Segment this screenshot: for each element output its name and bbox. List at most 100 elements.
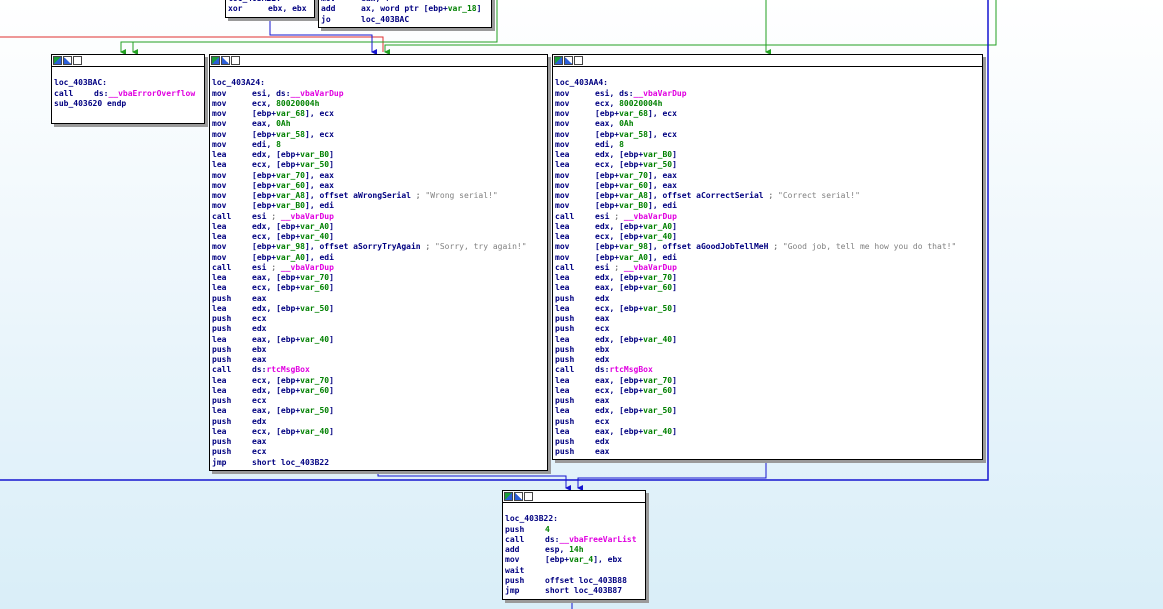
instruction-line[interactable]: push eax	[212, 294, 546, 304]
graph-icon[interactable]	[564, 56, 573, 65]
instruction-line[interactable]: lea ecx, [ebp+var_60]	[555, 386, 981, 396]
blank-line[interactable]	[54, 68, 203, 78]
instruction-line[interactable]: push ecx	[212, 396, 546, 406]
instruction-line[interactable]: mov [ebp+var_58], ecx	[555, 130, 981, 140]
instruction-line[interactable]: mov [ebp+var_98], offset aSorryTryAgain ;…	[212, 242, 546, 252]
instruction-line[interactable]: lea eax, [ebp+var_40]	[212, 335, 546, 345]
window-icon[interactable]	[524, 492, 533, 501]
instruction-line[interactable]: call esi ; __vbaVarDup	[212, 263, 546, 273]
window-icon[interactable]	[574, 56, 583, 65]
block-loc-403bac[interactable]: loc_403BAC: call ds:__vbaErrorOverflow sub_…	[51, 54, 205, 124]
color-icon[interactable]	[53, 56, 62, 65]
instruction-line[interactable]: push edx	[555, 294, 981, 304]
instruction-line[interactable]: mov [ebp+var_70], eax	[212, 171, 546, 181]
instruction-line[interactable]: mov [ebp+var_70], eax	[555, 171, 981, 181]
instruction-line[interactable]: lea edx, [ebp+var_A0]	[555, 222, 981, 232]
instruction-line[interactable]: call esi ; __vbaVarDup	[555, 212, 981, 222]
color-icon[interactable]	[211, 56, 220, 65]
instruction-line[interactable]: lea ecx, [ebp+var_40]	[555, 232, 981, 242]
instruction-line[interactable]: mov edi, 8	[555, 140, 981, 150]
instruction-line[interactable]: mov eax, 0Ah	[555, 119, 981, 129]
instruction-line[interactable]: jmp short loc_403B22	[212, 458, 546, 468]
instruction-line[interactable]: wait	[505, 566, 644, 576]
instruction-line[interactable]: mov ecx, 80020004h	[212, 99, 546, 109]
instruction-line[interactable]: push offset loc_403B88	[505, 576, 644, 586]
window-icon[interactable]	[231, 56, 240, 65]
instruction-line[interactable]: mov esi, ds:__vbaVarDup	[555, 89, 981, 99]
instruction-line[interactable]: mov ecx, 80020004h	[555, 99, 981, 109]
instruction-line[interactable]: push 4	[505, 525, 644, 535]
instruction-line[interactable]: lea ecx, [ebp+var_60]	[212, 283, 546, 293]
instruction-line[interactable]: call esi ; __vbaVarDup	[555, 263, 981, 273]
blank-line[interactable]	[212, 68, 546, 78]
blank-line[interactable]	[555, 68, 981, 78]
instruction-line[interactable]: mov [ebp+var_A8], offset aCorrectSerial ;…	[555, 191, 981, 201]
blank-line[interactable]	[505, 504, 644, 514]
instruction-line[interactable]: call ds:__vbaErrorOverflow	[54, 89, 203, 99]
block-loc-403a24[interactable]: loc_403A24: mov esi, ds:__vbaVarDup mov ecx,…	[209, 54, 548, 471]
code-label[interactable]: loc_403A24:	[212, 78, 546, 88]
instruction-line[interactable]: lea ecx, [ebp+var_40]	[212, 232, 546, 242]
instruction-line[interactable]: mov [ebp+var_A8], offset aWrongSerial ; "…	[212, 191, 546, 201]
instruction-line[interactable]: mov edi, 8	[212, 140, 546, 150]
instruction-line[interactable]: mov [ebp+var_A0], edi	[555, 253, 981, 263]
instruction-line[interactable]: mov eax, 0Ah	[212, 119, 546, 129]
instruction-line[interactable]: push ecx	[555, 417, 981, 427]
instruction-line[interactable]: lea eax, [ebp+var_40]	[555, 427, 981, 437]
instruction-line[interactable]: mov [ebp+var_58], ecx	[212, 130, 546, 140]
instruction-line[interactable]: lea edx, [ebp+var_50]	[212, 304, 546, 314]
instruction-line[interactable]: push ebx	[555, 345, 981, 355]
instruction-line[interactable]: mov [ebp+var_60], eax	[555, 181, 981, 191]
code-label[interactable]: sub_403620 endp	[54, 99, 203, 109]
instruction-line[interactable]: push eax	[555, 447, 981, 457]
instruction-line[interactable]: lea ecx, [ebp+var_70]	[212, 376, 546, 386]
block-loc-403a22[interactable]: loc_403A22:xor ebx, ebx	[225, 0, 315, 18]
instruction-line[interactable]: push eax	[212, 437, 546, 447]
instruction-line[interactable]: lea ecx, [ebp+var_50]	[555, 160, 981, 170]
window-icon[interactable]	[73, 56, 82, 65]
instruction-line[interactable]: push edx	[555, 355, 981, 365]
instruction-line[interactable]: jmp short loc_403B87	[505, 586, 644, 596]
instruction-line[interactable]: lea ecx, [ebp+var_50]	[555, 304, 981, 314]
code-label[interactable]: loc_403BAC:	[54, 78, 203, 88]
instruction-line[interactable]: mov [ebp+var_68], ecx	[212, 109, 546, 119]
instruction-line[interactable]: call ds:rtcMsgBox	[212, 365, 546, 375]
graph-icon[interactable]	[221, 56, 230, 65]
graph-icon[interactable]	[514, 492, 523, 501]
instruction-line[interactable]: push edx	[212, 324, 546, 334]
instruction-line[interactable]: lea edx, [ebp+var_A0]	[212, 222, 546, 232]
instruction-line[interactable]: push ebx	[212, 345, 546, 355]
instruction-line[interactable]: mov [ebp+var_60], eax	[212, 181, 546, 191]
instruction-line[interactable]: call ds:__vbaFreeVarList	[505, 535, 644, 545]
instruction-line[interactable]: mov [ebp+var_4], ebx	[505, 555, 644, 565]
instruction-line[interactable]: lea ecx, [ebp+var_40]	[212, 427, 546, 437]
instruction-line[interactable]: add esp, 14h	[505, 545, 644, 555]
instruction-line[interactable]: lea eax, [ebp+var_70]	[555, 376, 981, 386]
color-icon[interactable]	[554, 56, 563, 65]
instruction-line[interactable]: push eax	[555, 396, 981, 406]
instruction-line[interactable]: lea edx, [ebp+var_B0]	[555, 150, 981, 160]
block-overflow-check[interactable]: moveax, ?addax, word ptr [ebp+var_18]jol…	[318, 0, 492, 28]
instruction-line[interactable]: xor ebx, ebx	[228, 4, 313, 14]
instruction-line[interactable]: mov [ebp+var_B0], edi	[555, 201, 981, 211]
instruction-line[interactable]: push eax	[212, 355, 546, 365]
instruction-line[interactable]: lea eax, [ebp+var_70]	[212, 273, 546, 283]
instruction-line[interactable]: push ecx	[212, 447, 546, 457]
instruction-line[interactable]: add ax, word ptr [ebp+var_18]	[321, 4, 490, 14]
instruction-line[interactable]: call ds:rtcMsgBox	[555, 365, 981, 375]
instruction-line[interactable]: lea edx, [ebp+var_40]	[555, 335, 981, 345]
code-label[interactable]: loc_403AA4:	[555, 78, 981, 88]
instruction-line[interactable]: jo loc_403BAC	[321, 15, 490, 25]
color-icon[interactable]	[504, 492, 513, 501]
instruction-line[interactable]: lea edx, [ebp+var_B0]	[212, 150, 546, 160]
instruction-line[interactable]: push edx	[555, 437, 981, 447]
instruction-line[interactable]: push ecx	[212, 314, 546, 324]
instruction-line[interactable]: push ecx	[555, 324, 981, 334]
code-label[interactable]: loc_403B22:	[505, 514, 644, 524]
instruction-line[interactable]: mov [ebp+var_B0], edi	[212, 201, 546, 211]
instruction-line[interactable]: mov esi, ds:__vbaVarDup	[212, 89, 546, 99]
instruction-line[interactable]: mov [ebp+var_98], offset aGoodJobTellMeH …	[555, 242, 981, 252]
instruction-line[interactable]: lea eax, [ebp+var_50]	[212, 406, 546, 416]
instruction-line[interactable]: push edx	[212, 417, 546, 427]
instruction-line[interactable]: lea edx, [ebp+var_60]	[212, 386, 546, 396]
